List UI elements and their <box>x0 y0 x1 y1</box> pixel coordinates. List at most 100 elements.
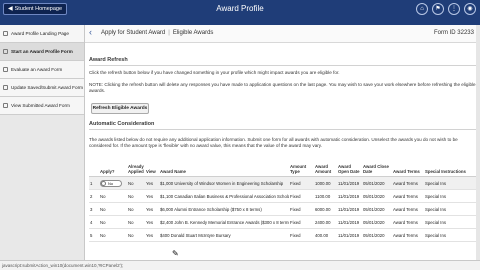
sidebar-item-start-form[interactable]: Start an Award Profile Form <box>0 43 84 61</box>
form-id: Form ID 32233 <box>433 30 474 36</box>
already-applied: No <box>127 202 145 216</box>
open-date: 11/01/2019 <box>337 176 362 190</box>
column-header <box>89 163 99 177</box>
row-number: 4 <box>89 215 99 229</box>
apply-value[interactable]: No <box>99 189 127 203</box>
open-date: 11/01/2019 <box>337 215 362 229</box>
award-name: $6,000 Alumni Entrance Scholarship ($750… <box>159 202 289 216</box>
flag-icon[interactable]: ⚑ <box>432 3 444 15</box>
back-arrow-icon[interactable]: ‹ <box>89 27 92 37</box>
amount-type: Fixed <box>289 215 314 229</box>
sidebar-item-view-submitted[interactable]: View Submitted Award Form <box>0 97 84 115</box>
award-amount: 1000.00 <box>314 176 337 190</box>
open-date: 11/01/2019 <box>337 228 362 242</box>
refresh-instructions: Click the refresh button below if you ha… <box>89 70 340 75</box>
award-name: $1,100 Canadian Italian Business & Profe… <box>159 189 289 203</box>
apply-cell: No <box>99 176 127 190</box>
row-number: 3 <box>89 202 99 216</box>
award-terms-link[interactable]: Award Terms <box>392 228 424 242</box>
sidebar-item-landing-page[interactable]: Award Profile Landing Page <box>0 25 84 43</box>
award-terms-link[interactable]: Award Terms <box>392 176 424 190</box>
column-header-award-amount[interactable]: Award Amount <box>314 163 337 177</box>
column-header-view[interactable]: View <box>145 163 159 177</box>
sidebar-item-evaluate-form[interactable]: Evaluate an Award Form <box>0 61 84 79</box>
special-instructions-link[interactable]: Special Ins <box>424 228 476 242</box>
award-amount: 1100.00 <box>314 189 337 203</box>
special-instructions-link[interactable]: Special Ins <box>424 176 476 190</box>
column-header-apply[interactable]: Apply? <box>99 163 127 177</box>
page-icon <box>3 49 8 54</box>
row-number: 2 <box>89 189 99 203</box>
content-header: ‹ Apply for Student Award | Eligible Award… <box>85 25 480 43</box>
table-row: 2 No No Yes $1,100 Canadian Italian Busi… <box>89 189 476 203</box>
already-applied: No <box>127 176 145 190</box>
amount-type: Fixed <box>289 189 314 203</box>
award-amount: 6000.00 <box>314 202 337 216</box>
apply-value[interactable]: No <box>99 228 127 242</box>
column-header-award-name[interactable]: Award Name <box>159 163 289 177</box>
awards-table: Apply? Already Applied View Award Name A… <box>89 163 476 242</box>
award-terms-link[interactable]: Award Terms <box>392 202 424 216</box>
amount-type: Fixed <box>289 202 314 216</box>
status-bar: javascript:submitAction_win10(document.w… <box>0 260 480 270</box>
column-header-award-terms[interactable]: Award Terms <box>392 163 424 177</box>
special-instructions-link[interactable]: Special Ins <box>424 215 476 229</box>
top-header-bar: ◀ Student Homepage Award Profile ⌂ ⚑ ⋮ ◉ <box>0 0 480 25</box>
close-date: 05/01/2020 <box>362 176 392 190</box>
sidebar-item-label: Start an Award Profile Form <box>11 49 73 54</box>
special-instructions-link[interactable]: Special Ins <box>424 189 476 203</box>
breadcrumb-item-current: Eligible Awards <box>172 30 214 36</box>
column-header-amount-type[interactable]: Amount Type <box>289 163 314 177</box>
screen: ◀ Student Homepage Award Profile ⌂ ⚑ ⋮ ◉… <box>0 0 480 270</box>
table-row: 3 No No Yes $6,000 Alumni Entrance Schol… <box>89 202 476 216</box>
user-icon[interactable]: ◉ <box>464 3 476 15</box>
award-terms-link[interactable]: Award Terms <box>392 215 424 229</box>
column-header-already-applied[interactable]: Already Applied <box>127 163 145 177</box>
automatic-consideration-text: The awards listed below do not require a… <box>89 137 458 148</box>
amount-type: Fixed <box>289 176 314 190</box>
home-icon[interactable]: ⌂ <box>416 3 428 15</box>
award-name: $400 Donald Stuart McIntyre Bursary <box>159 228 289 242</box>
table-row: 1 No No Yes $1,000 University of Windsor… <box>89 176 476 190</box>
award-terms-link[interactable]: Award Terms <box>392 189 424 203</box>
divider <box>89 65 476 66</box>
award-amount: 400.00 <box>314 228 337 242</box>
close-date: 05/01/2020 <box>362 228 392 242</box>
page-icon <box>3 85 8 90</box>
refresh-eligible-awards-button[interactable]: Refresh Eligible Awards <box>91 103 149 114</box>
already-applied: No <box>127 189 145 203</box>
open-date: 11/01/2019 <box>337 202 362 216</box>
open-date: 11/01/2019 <box>337 189 362 203</box>
view-cell: Yes <box>145 189 159 203</box>
breadcrumb-item[interactable]: Apply for Student Award <box>101 30 165 36</box>
page-title: Award Profile <box>216 4 264 13</box>
sidebar-item-label: View Submitted Award Form <box>11 103 70 108</box>
award-refresh-heading: Award Refresh <box>89 57 128 63</box>
table-row: 5 No No Yes $400 Donald Stuart McIntyre … <box>89 228 476 242</box>
row-number: 1 <box>89 176 99 190</box>
close-date: 05/01/2020 <box>362 215 392 229</box>
apply-value[interactable]: No <box>99 202 127 216</box>
row-number: 5 <box>89 228 99 242</box>
apply-value[interactable]: No <box>99 215 127 229</box>
table-header-row: Apply? Already Applied View Award Name A… <box>89 163 476 177</box>
column-header-open-date[interactable]: Award Open Date <box>337 163 362 177</box>
special-instructions-link[interactable]: Special Ins <box>424 202 476 216</box>
award-name: $1,000 University of Windsor Women in En… <box>159 176 289 190</box>
view-cell: Yes <box>145 228 159 242</box>
view-cell: Yes <box>145 215 159 229</box>
sidebar-item-label: Update Saved/Submit Award Form <box>11 85 84 90</box>
amount-type: Fixed <box>289 228 314 242</box>
menu-icon[interactable]: ⋮ <box>448 3 460 15</box>
breadcrumb: Apply for Student Award | Eligible Awards <box>101 30 213 36</box>
already-applied: No <box>127 215 145 229</box>
sidebar-item-update-form[interactable]: Update Saved/Submit Award Form <box>0 79 84 97</box>
already-applied: No <box>127 228 145 242</box>
vertical-scrollbar[interactable] <box>476 25 480 260</box>
apply-toggle[interactable]: No <box>100 179 122 187</box>
column-header-special-instructions[interactable]: Special Instructions <box>424 163 476 177</box>
column-header-close-date[interactable]: Award Close Date <box>362 163 392 177</box>
award-name: $2,400 John B. Kennedy Memorial Entrance… <box>159 215 289 229</box>
page-icon <box>3 31 8 36</box>
header-actions: ⌂ ⚑ ⋮ ◉ <box>416 3 476 15</box>
